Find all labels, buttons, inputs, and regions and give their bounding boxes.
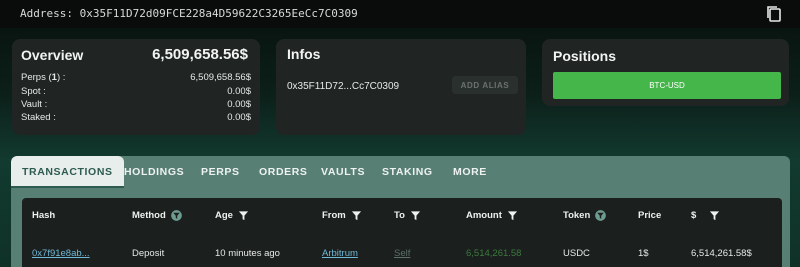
spot-label: Spot :	[21, 86, 46, 97]
col-token: Token	[563, 210, 607, 221]
overview-title: Overview	[21, 47, 84, 63]
add-alias-button[interactable]: ADD ALIAS	[452, 76, 518, 94]
short-address: 0x35F11D72...Cc7C0309	[287, 81, 400, 92]
col-method: Method	[132, 210, 182, 221]
tab-more[interactable]: MORE	[453, 156, 487, 188]
overview-total: 6,509,658.56$	[152, 46, 248, 63]
col-hash: Hash	[32, 210, 56, 221]
tab-holdings[interactable]: HOLDINGS	[124, 156, 184, 188]
perps-count: 1	[51, 72, 57, 83]
to-link[interactable]: Self	[394, 248, 410, 259]
col-price: Price	[638, 210, 662, 221]
position-btc-usd-button[interactable]: BTC-USD	[553, 72, 781, 99]
age-cell: 10 minutes ago	[215, 248, 280, 259]
tab-orders[interactable]: ORDERS	[259, 156, 308, 188]
filter-icon[interactable]	[595, 210, 607, 221]
positions-card: Positions BTC-USD	[542, 39, 789, 106]
col-from: From	[322, 210, 362, 221]
hash-link[interactable]: 0x7f91e8ab...	[32, 248, 90, 259]
filter-icon[interactable]	[351, 210, 362, 221]
filter-icon[interactable]	[170, 210, 182, 221]
address-text: Address: 0x35F11D72d09FCE228a4D59622C326…	[20, 7, 358, 20]
perps-label: Perps (1) :	[21, 72, 66, 83]
amount-cell: 6,514,261.58	[466, 248, 522, 259]
col-amount: Amount	[466, 210, 518, 221]
price-cell: 1$	[638, 248, 649, 259]
tab-transactions[interactable]: TRANSACTIONS	[11, 156, 124, 188]
staked-label: Staked :	[21, 112, 56, 123]
tab-staking[interactable]: STAKING	[382, 156, 433, 188]
method-cell: Deposit	[132, 248, 165, 259]
tab-perps[interactable]: PERPS	[201, 156, 240, 188]
infos-title: Infos	[287, 46, 321, 62]
copy-icon[interactable]	[766, 5, 782, 23]
filter-icon[interactable]	[507, 210, 518, 221]
transactions-panel: TRANSACTIONS HOLDINGS PERPS ORDERS VAULT…	[11, 156, 790, 267]
positions-title: Positions	[553, 48, 617, 64]
col-age: Age	[215, 210, 249, 221]
col-to: To	[394, 210, 421, 221]
vault-label: Vault :	[21, 99, 48, 110]
filter-icon[interactable]	[410, 210, 421, 221]
perps-value: 6,509,658.56$	[190, 72, 251, 83]
filter-icon[interactable]	[238, 210, 249, 221]
infos-card: Infos 0x35F11D72...Cc7C0309 ADD ALIAS	[276, 39, 526, 135]
address-bar: Address: 0x35F11D72d09FCE228a4D59622C326…	[0, 0, 800, 28]
tab-vaults[interactable]: VAULTS	[321, 156, 365, 188]
tab-bar: TRANSACTIONS HOLDINGS PERPS ORDERS VAULT…	[11, 156, 790, 188]
from-link[interactable]: Arbitrum	[322, 248, 358, 259]
spot-value: 0.00$	[227, 86, 251, 97]
col-usd: $	[691, 210, 720, 221]
token-cell: USDC	[563, 248, 590, 259]
staked-value: 0.00$	[227, 112, 251, 123]
overview-card: Overview 6,509,658.56$ Perps (1) : 6,509…	[12, 39, 260, 135]
transactions-table: Hash Method Age From To Amount Token Pri…	[22, 198, 782, 267]
vault-value: 0.00$	[227, 99, 251, 110]
filter-icon[interactable]	[709, 210, 720, 221]
usd-cell: 6,514,261.58$	[691, 248, 752, 259]
